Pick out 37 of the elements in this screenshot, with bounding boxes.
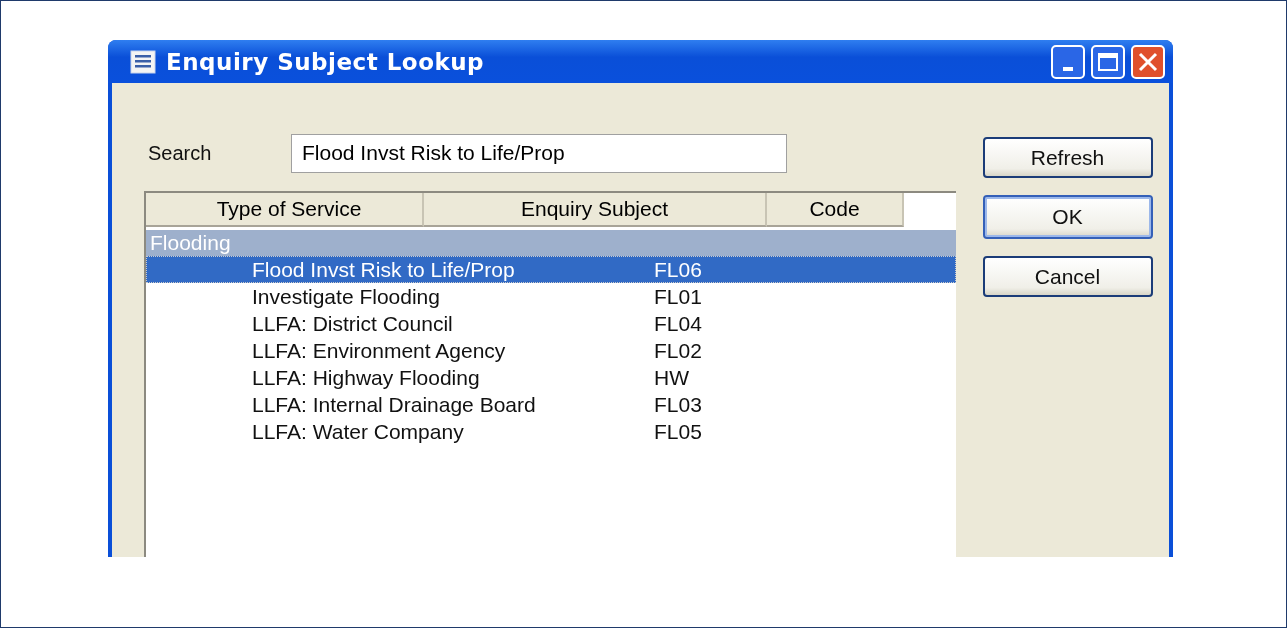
close-icon bbox=[1137, 50, 1159, 73]
search-label: Search bbox=[148, 141, 213, 165]
code-cell: FL03 bbox=[654, 392, 702, 417]
list-row[interactable]: LLFA: District Council FL04 bbox=[146, 310, 956, 337]
code-cell: HW bbox=[654, 365, 689, 390]
list-row[interactable]: Investigate Flooding FL01 bbox=[146, 283, 956, 310]
subject-cell-text: LLFA: Environment Agency bbox=[251, 338, 507, 363]
subject-cell-text: Investigate Flooding bbox=[251, 284, 441, 309]
list-row[interactable]: LLFA: Highway Flooding HW bbox=[146, 364, 956, 391]
list-row[interactable]: LLFA: Internal Drainage Board FL03 bbox=[146, 391, 956, 418]
minimize-icon bbox=[1063, 66, 1073, 71]
maximize-button[interactable] bbox=[1091, 44, 1125, 79]
code-cell: FL04 bbox=[654, 311, 702, 336]
close-button[interactable] bbox=[1131, 44, 1165, 79]
code-cell: FL06 bbox=[654, 257, 702, 282]
dialog-button[interactable]: Refresh bbox=[982, 137, 1153, 178]
list-row[interactable]: LLFA: Environment Agency FL02 bbox=[146, 337, 956, 364]
subject-cell-text: LLFA: Internal Drainage Board bbox=[251, 392, 537, 417]
column-header[interactable]: Enquiry Subject bbox=[424, 193, 767, 227]
list-row[interactable]: LLFA: Water Company FL05 bbox=[146, 418, 956, 445]
dialog-button[interactable]: Cancel bbox=[982, 256, 1153, 297]
maximize-icon bbox=[1097, 51, 1119, 72]
column-header[interactable]: Code bbox=[767, 193, 904, 227]
subject-cell-text: LLFA: Highway Flooding bbox=[251, 365, 481, 390]
window-title: Enquiry Subject Lookup bbox=[166, 48, 485, 75]
subject-cell-text: LLFA: District Council bbox=[251, 311, 454, 336]
list-row[interactable]: Flood Invst Risk to Life/Prop FL06 bbox=[146, 256, 956, 283]
column-header[interactable]: Type of Service bbox=[146, 193, 424, 227]
subject-cell-text: Flood Invst Risk to Life/Prop bbox=[251, 257, 516, 282]
subject-cell-text: LLFA: Water Company bbox=[251, 419, 465, 444]
code-cell: FL02 bbox=[654, 338, 702, 363]
minimize-button[interactable] bbox=[1051, 44, 1085, 79]
code-cell: FL05 bbox=[654, 419, 702, 444]
search-field[interactable]: Flood Invst Risk to Life/Prop bbox=[291, 133, 787, 173]
code-cell: FL01 bbox=[654, 284, 702, 309]
dialog-button[interactable]: OK bbox=[982, 195, 1153, 239]
list-icon bbox=[130, 49, 156, 74]
